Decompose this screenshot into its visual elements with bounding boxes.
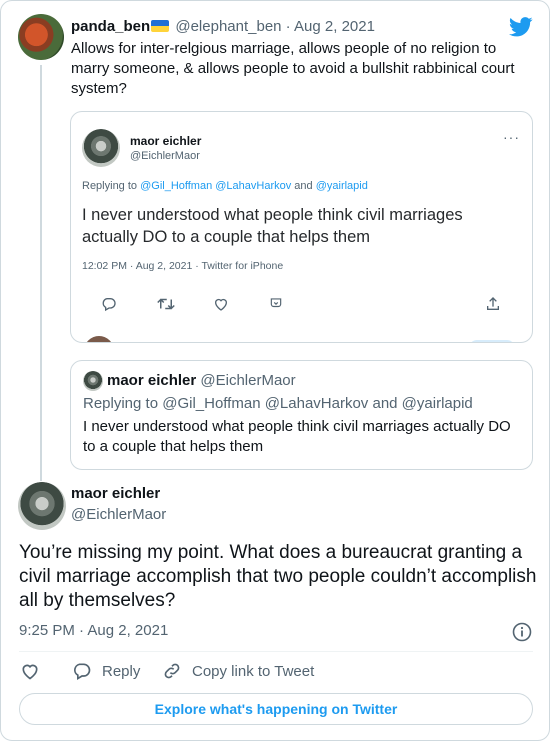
screenshot-tweet-meta: 12:02 PM · Aug 2, 2021 · Twitter for iPh… xyxy=(82,260,284,272)
mention-gil-hoffman: @Gil_Hoffman xyxy=(140,180,213,192)
separator-dot: · xyxy=(74,622,88,639)
heart-icon xyxy=(22,664,38,680)
quoted-tweet-header: maor eichler @EichlerMaor xyxy=(107,371,296,391)
quoted-tweet-text: I never understood what people think civ… xyxy=(83,418,511,455)
main-author-name[interactable]: maor eichler xyxy=(71,485,160,502)
embedded-tweet-card: panda_ben @elephant_ben · Aug 2, 2021 Al… xyxy=(0,0,550,741)
ukraine-flag-icon xyxy=(151,20,170,32)
reply-tweet-header: panda_ben @elephant_ben · Aug 2, 2021 xyxy=(71,17,375,37)
screenshot-replying-to: Replying to @Gil_Hoffman @LahavHarkov an… xyxy=(82,180,368,192)
explore-twitter-button[interactable]: Explore what's happening on Twitter xyxy=(19,693,533,725)
avatar-panda-ben[interactable] xyxy=(18,14,64,60)
bookmark-heart-icon xyxy=(269,296,283,315)
quoted-tweet[interactable]: maor eichler @EichlerMaor Replying to @G… xyxy=(70,360,533,470)
mention-lahav-harkov: @LahavHarkov xyxy=(215,180,292,192)
follow-button-peek xyxy=(469,340,515,342)
main-author-handle[interactable]: @EichlerMaor xyxy=(71,506,166,523)
more-options-icon: ··· xyxy=(503,129,520,145)
avatar-maor-mini xyxy=(83,371,103,391)
tweet-time[interactable]: 9:25 PM xyxy=(19,622,75,639)
screenshot-author-name: maor eichler xyxy=(130,134,202,148)
quoted-author-handle: @EichlerMaor xyxy=(200,372,296,389)
reply-tweet-text: Allows for inter-relgious marriage, allo… xyxy=(71,40,515,97)
tweet-date[interactable]: Aug 2, 2021 xyxy=(294,18,375,35)
screenshot-action-bar xyxy=(101,296,501,316)
avatar-maor-small xyxy=(82,129,120,167)
tweet-date[interactable]: Aug 2, 2021 xyxy=(87,622,168,639)
like-icon xyxy=(213,296,229,317)
quoted-author-name: maor eichler xyxy=(107,372,197,389)
quoted-replying-to: Replying to @Gil_Hoffman @LahavHarkov an… xyxy=(83,395,473,412)
mention-yairlapid: @yairlapid xyxy=(315,180,368,192)
info-icon[interactable] xyxy=(512,622,532,647)
main-tweet-text: You’re missing my point. What does a bur… xyxy=(19,542,537,611)
attached-screenshot-image[interactable]: maor eichler @EichlerMaor ··· Replying t… xyxy=(70,111,533,343)
copy-link-label[interactable]: Copy link to Tweet xyxy=(192,663,314,680)
copy-link-button[interactable]: Copy link to Tweet xyxy=(162,661,314,681)
next-reply-avatar-peek xyxy=(84,336,114,342)
share-icon xyxy=(485,296,501,317)
replying-prefix: Replying to xyxy=(82,180,141,192)
thread-connector-line xyxy=(40,65,42,481)
link-icon xyxy=(164,663,180,679)
reply-button[interactable]: Reply xyxy=(72,661,140,681)
author-name[interactable]: panda_ben xyxy=(71,18,150,35)
like-button[interactable] xyxy=(20,661,50,681)
divider xyxy=(19,651,533,652)
author-handle[interactable]: @elephant_ben xyxy=(175,18,281,35)
reply-label[interactable]: Reply xyxy=(102,663,140,680)
retweet-icon xyxy=(157,296,175,317)
screenshot-tweet-text: I never understood what people think civ… xyxy=(82,206,463,246)
replying-and: and xyxy=(291,180,316,192)
screenshot-author-handle: @EichlerMaor xyxy=(130,150,200,162)
separator-dot: · xyxy=(281,18,295,35)
reply-icon xyxy=(74,663,91,680)
main-tweet-timestamp[interactable]: 9:25 PM · Aug 2, 2021 xyxy=(19,622,168,639)
reply-icon xyxy=(101,296,117,317)
avatar-maor-eichler[interactable] xyxy=(18,482,66,530)
